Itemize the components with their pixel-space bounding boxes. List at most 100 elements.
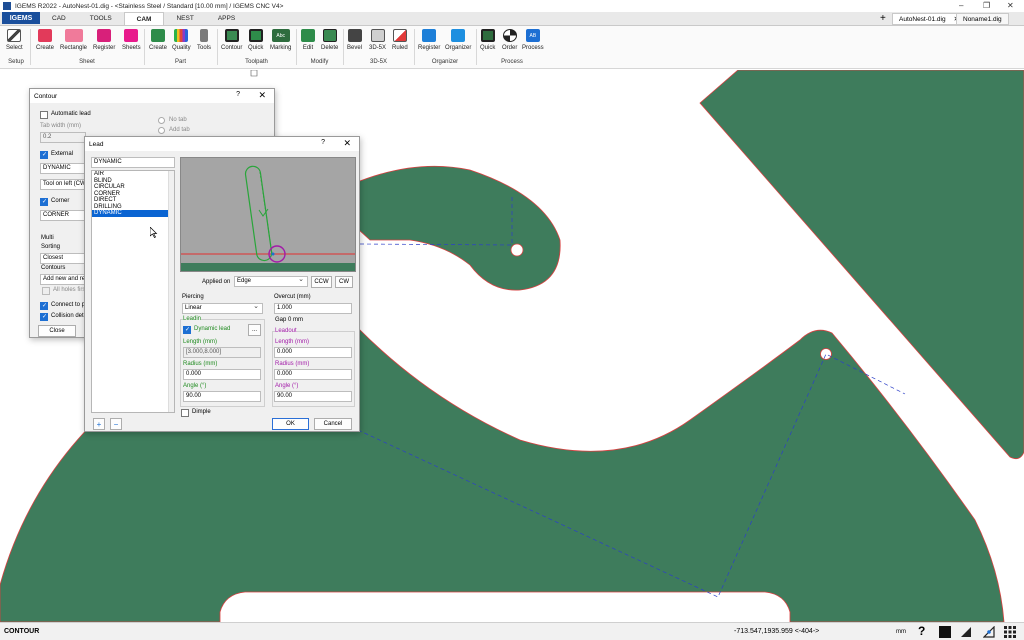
collision-checkbox[interactable] [40,313,48,321]
select-button[interactable]: Select [6,29,23,51]
igems-logo[interactable]: IGEMS [2,12,40,24]
leadin-radius-field[interactable]: 0.000 [183,369,261,380]
cursor-coordinates: -713.547,1935.959 <-404-> [734,628,820,635]
no-tab-radio[interactable] [158,117,165,124]
tab-cad[interactable]: CAD [40,12,78,25]
3d5x-button[interactable]: 3D-5X [369,29,386,51]
order-button[interactable]: Order [502,29,517,51]
dynamic-lead-settings-button[interactable]: ... [248,324,261,336]
contour-button[interactable]: Contour [221,29,242,51]
leadin-length-field[interactable]: [3.000,8.000] [183,347,261,358]
all-holes-label: All holes first [53,287,88,293]
part-create-button[interactable]: Create [149,29,167,51]
overcut-field[interactable]: 1.000 [274,303,352,314]
select-icon [7,29,22,42]
quality-button[interactable]: Quality [172,29,191,51]
hole-2[interactable] [820,348,832,360]
tab-width-label: Tab width (mm) [40,123,82,129]
organizer-register-button[interactable]: Register [418,29,440,51]
process-button[interactable]: AB Process [522,29,544,51]
new-document-icon[interactable]: + [880,13,886,24]
minimize-icon[interactable]: – [959,1,963,10]
external-lead-field[interactable]: DYNAMIC [40,163,86,174]
automatic-lead-label: Automatic lead [51,111,91,117]
tab-apps[interactable]: APPS [206,12,247,25]
ccw-button[interactable]: CCW [311,276,332,288]
connect-checkbox[interactable] [40,302,48,310]
external-checkbox[interactable] [40,151,48,159]
contour-icon [224,29,239,42]
tools-icon [200,29,208,42]
doc-tab-autonest[interactable]: AutoNest-01.dig ✕ [892,13,967,25]
group-label-organizer: Organizer [431,59,459,65]
remove-lead-button[interactable]: − [110,418,122,430]
organizer-button[interactable]: Organizer [445,29,471,51]
corner-label: Corner [51,198,70,204]
cw-button[interactable]: CW [335,276,353,288]
corner-checkbox[interactable] [40,198,48,206]
automatic-lead-checkbox[interactable] [40,111,48,119]
lead-preview-graphic [181,165,355,271]
contours-select[interactable]: Add new and re [40,274,86,285]
hole-1[interactable] [510,243,524,257]
help-icon[interactable]: ? [236,91,240,98]
group-label-process: Process [501,59,523,65]
unit-indicator[interactable]: mm [896,629,906,635]
leadout-radius-field[interactable]: 0.000 [274,369,352,380]
snap-icon[interactable] [983,626,995,638]
leadout-angle-field[interactable]: 90.00 [274,391,352,402]
sheet-create-button[interactable]: Create [36,29,54,51]
toolpath-quick-button[interactable]: Quick [248,29,263,51]
ok-button[interactable]: OK [272,418,309,430]
dimple-checkbox[interactable] [181,409,189,417]
leadout-length-field[interactable]: 0.000 [274,347,352,358]
piercing-select[interactable]: Linear [182,303,263,314]
add-lead-button[interactable]: + [93,418,105,430]
external-label: External [51,151,74,157]
sorting-select[interactable]: Closest [40,253,86,264]
list-scrollbar[interactable] [168,171,174,412]
corner-lead-field[interactable]: CORNER [40,210,86,221]
lead-name-field[interactable]: DYNAMIC [91,157,175,168]
marking-button[interactable]: Abc Marking [270,29,291,51]
tool-side-select[interactable]: Tool on left (CW) [40,179,86,190]
bevel-button[interactable]: Bevel [347,29,362,51]
sheet-register-button[interactable]: Register [93,29,115,51]
delete-button[interactable]: Delete [321,29,338,51]
tab-cam[interactable]: CAM [123,12,165,25]
list-item-selected[interactable]: DYNAMIC [92,210,174,217]
applied-on-label: Applied on [202,279,231,285]
tools-button[interactable]: Tools [197,29,211,51]
cancel-button[interactable]: Cancel [314,418,352,430]
rectangle-button[interactable]: Rectangle [60,29,87,51]
ribbon: Select Create Rectangle Register Sheets … [0,26,1024,69]
leadin-radius-label: Radius (mm) [183,361,218,367]
fill-toggle-icon[interactable] [939,626,951,638]
lead-type-list[interactable]: AIR BLIND CIRCULAR CORNER DIRECT DRILLIN… [91,170,175,413]
ruled-button[interactable]: Ruled [392,29,408,51]
help-icon[interactable]: ? [321,139,325,146]
tab-tools[interactable]: TOOLS [78,12,124,25]
doc-tab-label: AutoNest-01.dig [899,15,946,23]
restore-icon[interactable]: ❐ [983,1,990,10]
add-tab-radio[interactable] [158,127,165,134]
doc-tab-noname[interactable]: Noname1.dig [956,13,1009,25]
close-icon[interactable]: ✕ [258,90,266,101]
ortho-icon[interactable] [960,626,972,638]
all-holes-checkbox[interactable] [42,287,50,295]
close-window-icon[interactable]: ✕ [1007,1,1014,10]
contour-close-button[interactable]: Close [38,325,76,337]
help-icon[interactable]: ? [918,624,930,638]
edit-button[interactable]: Edit [301,29,315,51]
dynamic-lead-checkbox[interactable] [183,326,191,334]
leadin-angle-field[interactable]: 90.00 [183,391,261,402]
tab-nest[interactable]: NEST [164,12,205,25]
process-quick-button[interactable]: Quick [480,29,495,51]
lead-preview [180,157,356,272]
close-icon[interactable]: ✕ [343,138,351,149]
dimple-label: Dimple [192,409,211,415]
sheets-button[interactable]: Sheets [122,29,141,51]
tab-width-field[interactable]: 0.2 [40,132,86,143]
grid-icon[interactable] [1004,626,1016,638]
applied-on-select[interactable]: Edge [234,276,308,287]
